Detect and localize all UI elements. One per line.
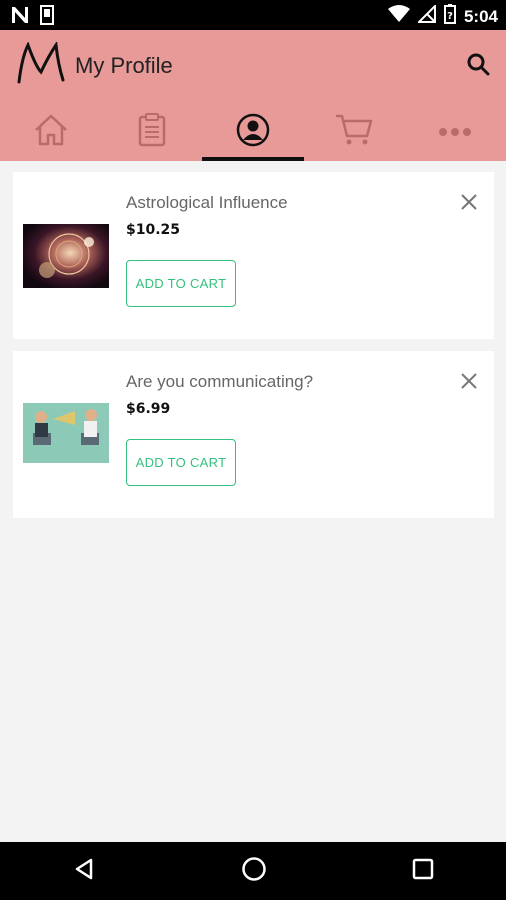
product-title: Are you communicating?: [126, 372, 314, 391]
close-icon[interactable]: [460, 193, 478, 216]
recents-icon[interactable]: [412, 858, 434, 885]
sd-card-icon: [40, 5, 54, 30]
clipboard-icon: [138, 113, 166, 152]
app-logo: [16, 40, 66, 89]
n-notification-icon: [10, 6, 30, 29]
tab-cart[interactable]: [304, 104, 405, 161]
home-circle-icon[interactable]: [241, 856, 267, 887]
product-title: Astrological Influence: [126, 193, 288, 212]
status-time: 5:04: [463, 6, 498, 26]
add-to-cart-button[interactable]: ADD TO CART: [126, 260, 236, 307]
app-bar: My Profile: [0, 30, 506, 161]
product-card: Are you communicating? $6.99 ADD TO CART: [13, 351, 494, 518]
cart-icon: [335, 113, 373, 152]
product-price: $6.99: [126, 401, 171, 417]
product-price: $10.25: [126, 222, 181, 238]
wifi-icon: [387, 5, 410, 28]
home-icon: [33, 113, 69, 152]
search-icon[interactable]: [466, 52, 490, 81]
system-nav-bar: [0, 842, 506, 900]
status-bar: ? 5:04: [0, 0, 506, 30]
battery-icon: ?: [443, 4, 456, 29]
no-signal-icon: [416, 3, 436, 28]
tab-bar: [0, 104, 506, 161]
product-card: Astrological Influence $10.25 ADD TO CAR…: [13, 172, 494, 339]
svg-text:?: ?: [447, 11, 453, 22]
product-thumbnail: [23, 224, 109, 288]
add-to-cart-button[interactable]: ADD TO CART: [126, 439, 236, 486]
tab-home[interactable]: [0, 104, 101, 161]
more-icon: [438, 124, 472, 142]
page-title: My Profile: [75, 53, 173, 78]
tab-orders[interactable]: [101, 104, 202, 161]
product-thumbnail: [23, 403, 109, 467]
tab-profile[interactable]: [202, 104, 304, 161]
close-icon[interactable]: [460, 372, 478, 395]
profile-icon: [236, 113, 270, 152]
tab-more[interactable]: [405, 104, 506, 161]
back-icon[interactable]: [72, 857, 96, 886]
